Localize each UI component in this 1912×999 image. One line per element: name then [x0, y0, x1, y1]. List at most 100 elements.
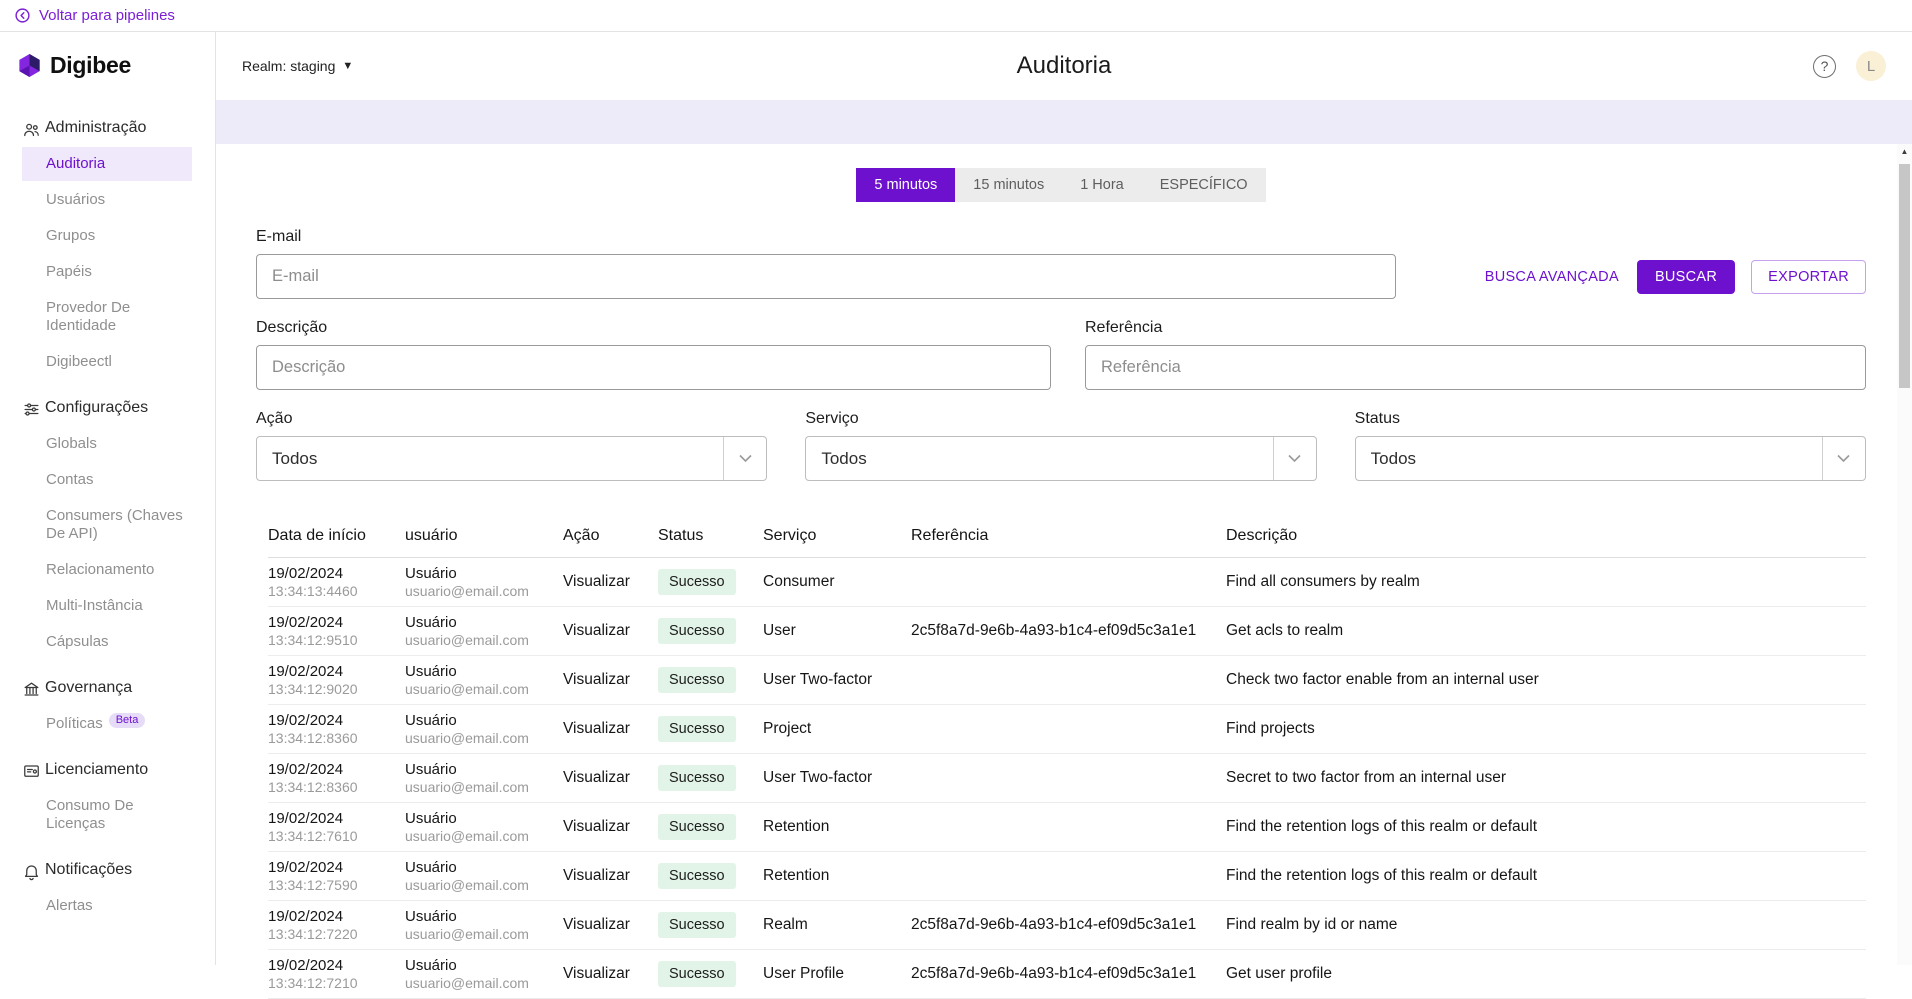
sidebar-item-label: Multi-Instância: [46, 597, 143, 614]
sidebar-item-alertas[interactable]: Alertas: [22, 889, 192, 923]
page-title: Auditoria: [1017, 52, 1112, 80]
cell-date: 19/02/202413:34:12:7610: [268, 810, 405, 844]
sidebar-item-multi-instancia[interactable]: Multi-Instância: [22, 589, 192, 623]
column-header-referencia: Referência: [911, 527, 1226, 545]
cell-service: Retention: [763, 867, 911, 885]
sidebar-item-consumers-chaves-de-api[interactable]: Consumers (Chaves De API): [22, 499, 192, 551]
sidebar-item-consumo-de-licencas[interactable]: Consumo De Licenças: [22, 789, 192, 841]
chevron-down-icon: ▼: [342, 60, 353, 72]
cell-description: Check two factor enable from an internal…: [1226, 671, 1866, 689]
bank-icon: [22, 680, 41, 699]
sidebar-item-label: Alertas: [46, 897, 93, 914]
status-select[interactable]: Todos: [1355, 436, 1866, 481]
servico-select[interactable]: Todos: [805, 436, 1316, 481]
avatar[interactable]: L: [1856, 51, 1886, 81]
cell-status: Sucesso: [658, 961, 763, 987]
time-tab-5-minutos[interactable]: 5 minutos: [856, 168, 955, 202]
cell-action: Visualizar: [563, 965, 658, 983]
export-button[interactable]: EXPORTAR: [1751, 260, 1866, 294]
cell-description: Find all consumers by realm: [1226, 573, 1866, 591]
scrollbar-up-arrow[interactable]: ▲: [1897, 144, 1912, 158]
cell-action: Visualizar: [563, 622, 658, 640]
sidebar-section-label: Configurações: [45, 399, 148, 417]
table-row[interactable]: 19/02/202413:34:12:7610Usuáriousuario@em…: [268, 803, 1866, 852]
sidebar-item-contas[interactable]: Contas: [22, 463, 192, 497]
sidebar-item-globals[interactable]: Globals: [22, 427, 192, 461]
email-input[interactable]: [256, 254, 1396, 299]
table-row[interactable]: 19/02/202413:34:12:7220Usuáriousuario@em…: [268, 901, 1866, 950]
realm-selector[interactable]: Realm: staging ▼: [242, 58, 353, 74]
cell-status: Sucesso: [658, 716, 763, 742]
time-tab-especifico[interactable]: ESPECÍFICO: [1142, 168, 1266, 202]
cell-service: Project: [763, 720, 911, 738]
sidebar-item-papeis[interactable]: Papéis: [22, 255, 192, 289]
sidebar-item-provedor-de-identidade[interactable]: Provedor De Identidade: [22, 291, 192, 343]
sidebar-section-notificacoes[interactable]: Notificações: [0, 853, 215, 889]
sidebar-item-label: Auditoria: [46, 155, 105, 172]
column-header-descricao: Descrição: [1226, 527, 1866, 545]
table-row[interactable]: 19/02/202413:34:12:8360Usuáriousuario@em…: [268, 754, 1866, 803]
cell-status: Sucesso: [658, 912, 763, 938]
sidebar-item-usuarios[interactable]: Usuários: [22, 183, 192, 217]
status-badge: Sucesso: [658, 765, 736, 791]
cell-action: Visualizar: [563, 720, 658, 738]
table-row[interactable]: 19/02/202413:34:12:9510Usuáriousuario@em…: [268, 607, 1866, 656]
acao-select[interactable]: Todos: [256, 436, 767, 481]
sidebar-section-governanca[interactable]: Governança: [0, 671, 215, 707]
table-row[interactable]: 19/02/202413:34:12:9020Usuáriousuario@em…: [268, 656, 1866, 705]
status-field: Status Todos: [1355, 410, 1866, 481]
cell-user: Usuáriousuario@email.com: [405, 663, 563, 697]
table-row[interactable]: 19/02/202413:34:12:7590Usuáriousuario@em…: [268, 852, 1866, 901]
cell-action: Visualizar: [563, 573, 658, 591]
sidebar-section-licenciamento[interactable]: Licenciamento: [0, 753, 215, 789]
help-icon[interactable]: ?: [1813, 55, 1836, 78]
cell-description: Secret to two factor from an internal us…: [1226, 769, 1866, 787]
cell-action: Visualizar: [563, 671, 658, 689]
audit-table: Data de iníciousuárioAçãoStatusServiçoRe…: [256, 515, 1866, 999]
cell-service: User Two-factor: [763, 671, 911, 689]
advanced-search-button[interactable]: BUSCA AVANÇADA: [1483, 263, 1621, 291]
table-row[interactable]: 19/02/202413:34:12:8360Usuáriousuario@em…: [268, 705, 1866, 754]
sidebar-item-digibeectl[interactable]: Digibeectl: [22, 345, 192, 379]
email-label: E-mail: [256, 228, 1866, 246]
sidebar-item-grupos[interactable]: Grupos: [22, 219, 192, 253]
cell-action: Visualizar: [563, 867, 658, 885]
license-icon: [22, 762, 41, 781]
sidebar-item-label: Papéis: [46, 263, 92, 280]
description-input[interactable]: [256, 345, 1051, 390]
sidebar-item-label: Relacionamento: [46, 561, 154, 578]
scrollbar-thumb[interactable]: [1899, 164, 1910, 388]
service-label: Serviço: [805, 410, 1316, 428]
column-header-acao: Ação: [563, 527, 658, 545]
column-header-data-de-inicio: Data de início: [268, 527, 405, 545]
cell-service: Realm: [763, 916, 911, 934]
cell-date: 19/02/202413:34:12:8360: [268, 761, 405, 795]
sidebar-item-relacionamento[interactable]: Relacionamento: [22, 553, 192, 587]
cell-service: Retention: [763, 818, 911, 836]
reference-input[interactable]: [1085, 345, 1866, 390]
sidebar-item-label: Usuários: [46, 191, 105, 208]
sidebar-section-label: Notificações: [45, 861, 132, 879]
cell-date: 19/02/202413:34:12:7210: [268, 957, 405, 991]
time-tab-1-hora[interactable]: 1 Hora: [1062, 168, 1142, 202]
cell-user: Usuáriousuario@email.com: [405, 908, 563, 942]
status-select-value: Todos: [1356, 449, 1416, 469]
sidebar-section-configuracoes[interactable]: Configurações: [0, 391, 215, 427]
sliders-icon: [22, 400, 41, 419]
time-tab-15-minutos[interactable]: 15 minutos: [955, 168, 1062, 202]
scrollbar[interactable]: ▲: [1897, 144, 1912, 965]
time-range-tabs: 5 minutos15 minutos1 HoraESPECÍFICO: [856, 168, 1265, 202]
cell-service: User Profile: [763, 965, 911, 983]
cell-reference: 2c5f8a7d-9e6b-4a93-b1c4-ef09d5c3a1e1: [911, 965, 1226, 983]
back-to-pipelines-link[interactable]: Voltar para pipelines: [14, 7, 175, 24]
sidebar-item-capsulas[interactable]: Cápsulas: [22, 625, 192, 659]
digibee-logo[interactable]: Digibee: [0, 32, 215, 99]
sidebar-item-auditoria[interactable]: Auditoria: [22, 147, 192, 181]
table-row[interactable]: 19/02/202413:34:12:7210Usuáriousuario@em…: [268, 950, 1866, 999]
sidebar-section-administracao[interactable]: Administração: [0, 111, 215, 147]
table-row[interactable]: 19/02/202413:34:13:4460Usuáriousuario@em…: [268, 558, 1866, 607]
search-button[interactable]: BUSCAR: [1637, 260, 1735, 294]
cell-user: Usuáriousuario@email.com: [405, 859, 563, 893]
cell-user: Usuáriousuario@email.com: [405, 565, 563, 599]
sidebar-item-politicas[interactable]: PolíticasBeta: [22, 707, 192, 741]
